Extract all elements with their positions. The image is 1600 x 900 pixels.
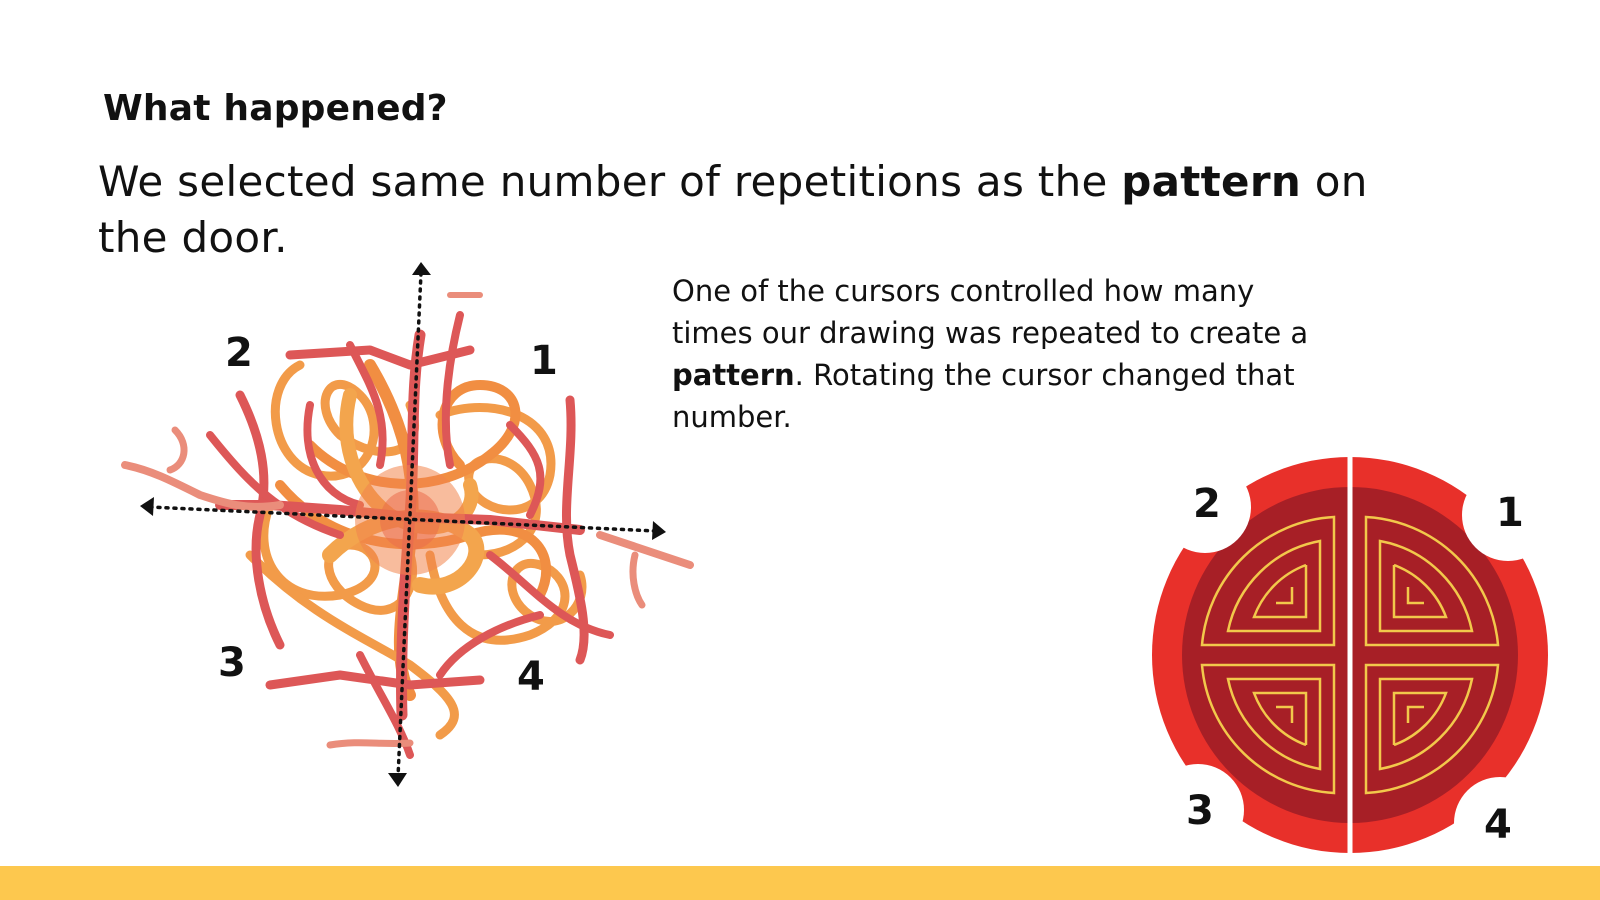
scribble-strokes [121, 292, 694, 759]
arrow-up-icon [412, 262, 431, 275]
drawing-label-3: 3 [218, 640, 246, 686]
slide-heading: What happened? [103, 88, 448, 129]
explanation-paragraph: One of the cursors controlled how many t… [672, 270, 1312, 438]
door-label-1: 1 [1496, 490, 1524, 536]
door-label-3: 3 [1186, 788, 1214, 834]
arrow-down-icon [388, 773, 407, 787]
bottom-accent-bar [0, 866, 1600, 900]
door-label-2: 2 [1193, 481, 1221, 527]
lead-text-1: We selected same number of repetitions a… [98, 157, 1122, 206]
explanation-text-1: One of the cursors controlled how many t… [672, 274, 1309, 350]
drawing-label-2: 2 [225, 330, 253, 376]
lead-bold-term: pattern [1121, 157, 1302, 206]
lead-paragraph: We selected same number of repetitions a… [98, 154, 1438, 266]
pattern-drawing [121, 262, 694, 787]
drawing-label-4: 4 [517, 654, 545, 700]
arrow-right-icon [652, 521, 666, 540]
drawing-label-1: 1 [530, 338, 558, 384]
door-label-4: 4 [1484, 802, 1512, 848]
arrow-left-icon [140, 497, 154, 516]
